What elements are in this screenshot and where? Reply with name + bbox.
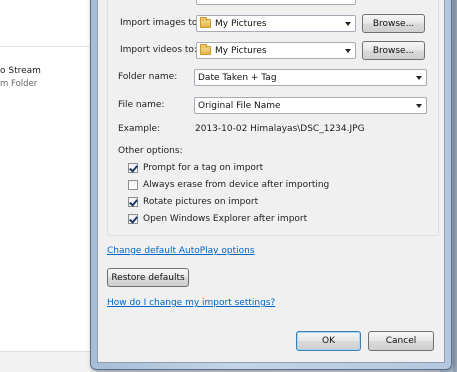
open-explorer-label: Open Windows Explorer after import	[143, 214, 308, 224]
autoplay-options-link[interactable]: Change default AutoPlay options	[107, 246, 255, 256]
background-window-right-border	[453, 0, 457, 372]
background-status-bar	[0, 351, 96, 372]
import-videos-label: Import videos to:	[120, 45, 197, 55]
chevron-down-icon	[416, 76, 422, 80]
prompt-tag-checkbox[interactable]	[128, 163, 138, 173]
file-name-value: Original File Name	[198, 100, 281, 111]
folder-icon	[200, 44, 211, 55]
background-divider	[0, 46, 96, 47]
ok-button[interactable]: OK	[296, 331, 361, 351]
import-videos-value: My Pictures	[215, 45, 267, 56]
prompt-tag-label: Prompt for a tag on import	[143, 163, 264, 173]
erase-device-label: Always erase from device after importing	[143, 180, 330, 190]
folder-name-combo[interactable]: Date Taken + Tag	[194, 69, 427, 86]
import-settings-help-link[interactable]: How do I change my import settings?	[107, 298, 275, 308]
restore-defaults-button[interactable]: Restore defaults	[107, 268, 189, 287]
rotate-pictures-checkbox[interactable]	[128, 197, 138, 207]
import-images-label: Import images to:	[120, 18, 201, 28]
background-folder-label: m Folder	[0, 79, 38, 89]
chevron-down-icon	[345, 22, 351, 26]
partial-top-combo[interactable]	[196, 0, 356, 5]
background-stream-label[interactable]: o Stream	[0, 66, 41, 76]
import-images-browse-button[interactable]: Browse...	[362, 14, 425, 33]
other-options-label: Other options:	[118, 146, 183, 156]
open-explorer-option[interactable]: Open Windows Explorer after import	[128, 214, 307, 224]
folder-icon	[200, 17, 211, 28]
erase-device-option[interactable]: Always erase from device after importing	[128, 180, 329, 190]
import-images-value: My Pictures	[215, 18, 267, 29]
import-videos-combo[interactable]: My Pictures	[196, 42, 356, 59]
open-explorer-checkbox[interactable]	[128, 214, 138, 224]
folder-name-label: Folder name:	[118, 72, 178, 82]
import-videos-browse-button[interactable]: Browse...	[362, 41, 425, 60]
folder-name-value: Date Taken + Tag	[198, 72, 277, 83]
prompt-tag-option[interactable]: Prompt for a tag on import	[128, 163, 263, 173]
rotate-pictures-option[interactable]: Rotate pictures on import	[128, 197, 258, 207]
chevron-down-icon	[345, 49, 351, 53]
file-name-combo[interactable]: Original File Name	[194, 97, 427, 114]
background-window	[0, 0, 96, 372]
rotate-pictures-label: Rotate pictures on import	[143, 197, 259, 207]
example-value: 2013-10-02 Himalayas\DSC_1234.JPG	[195, 124, 365, 134]
file-name-label: File name:	[118, 100, 165, 110]
chevron-down-icon	[416, 104, 422, 108]
cancel-button[interactable]: Cancel	[368, 331, 434, 351]
import-images-combo[interactable]: My Pictures	[196, 15, 356, 32]
example-label: Example:	[118, 124, 161, 134]
erase-device-checkbox[interactable]	[128, 180, 138, 190]
